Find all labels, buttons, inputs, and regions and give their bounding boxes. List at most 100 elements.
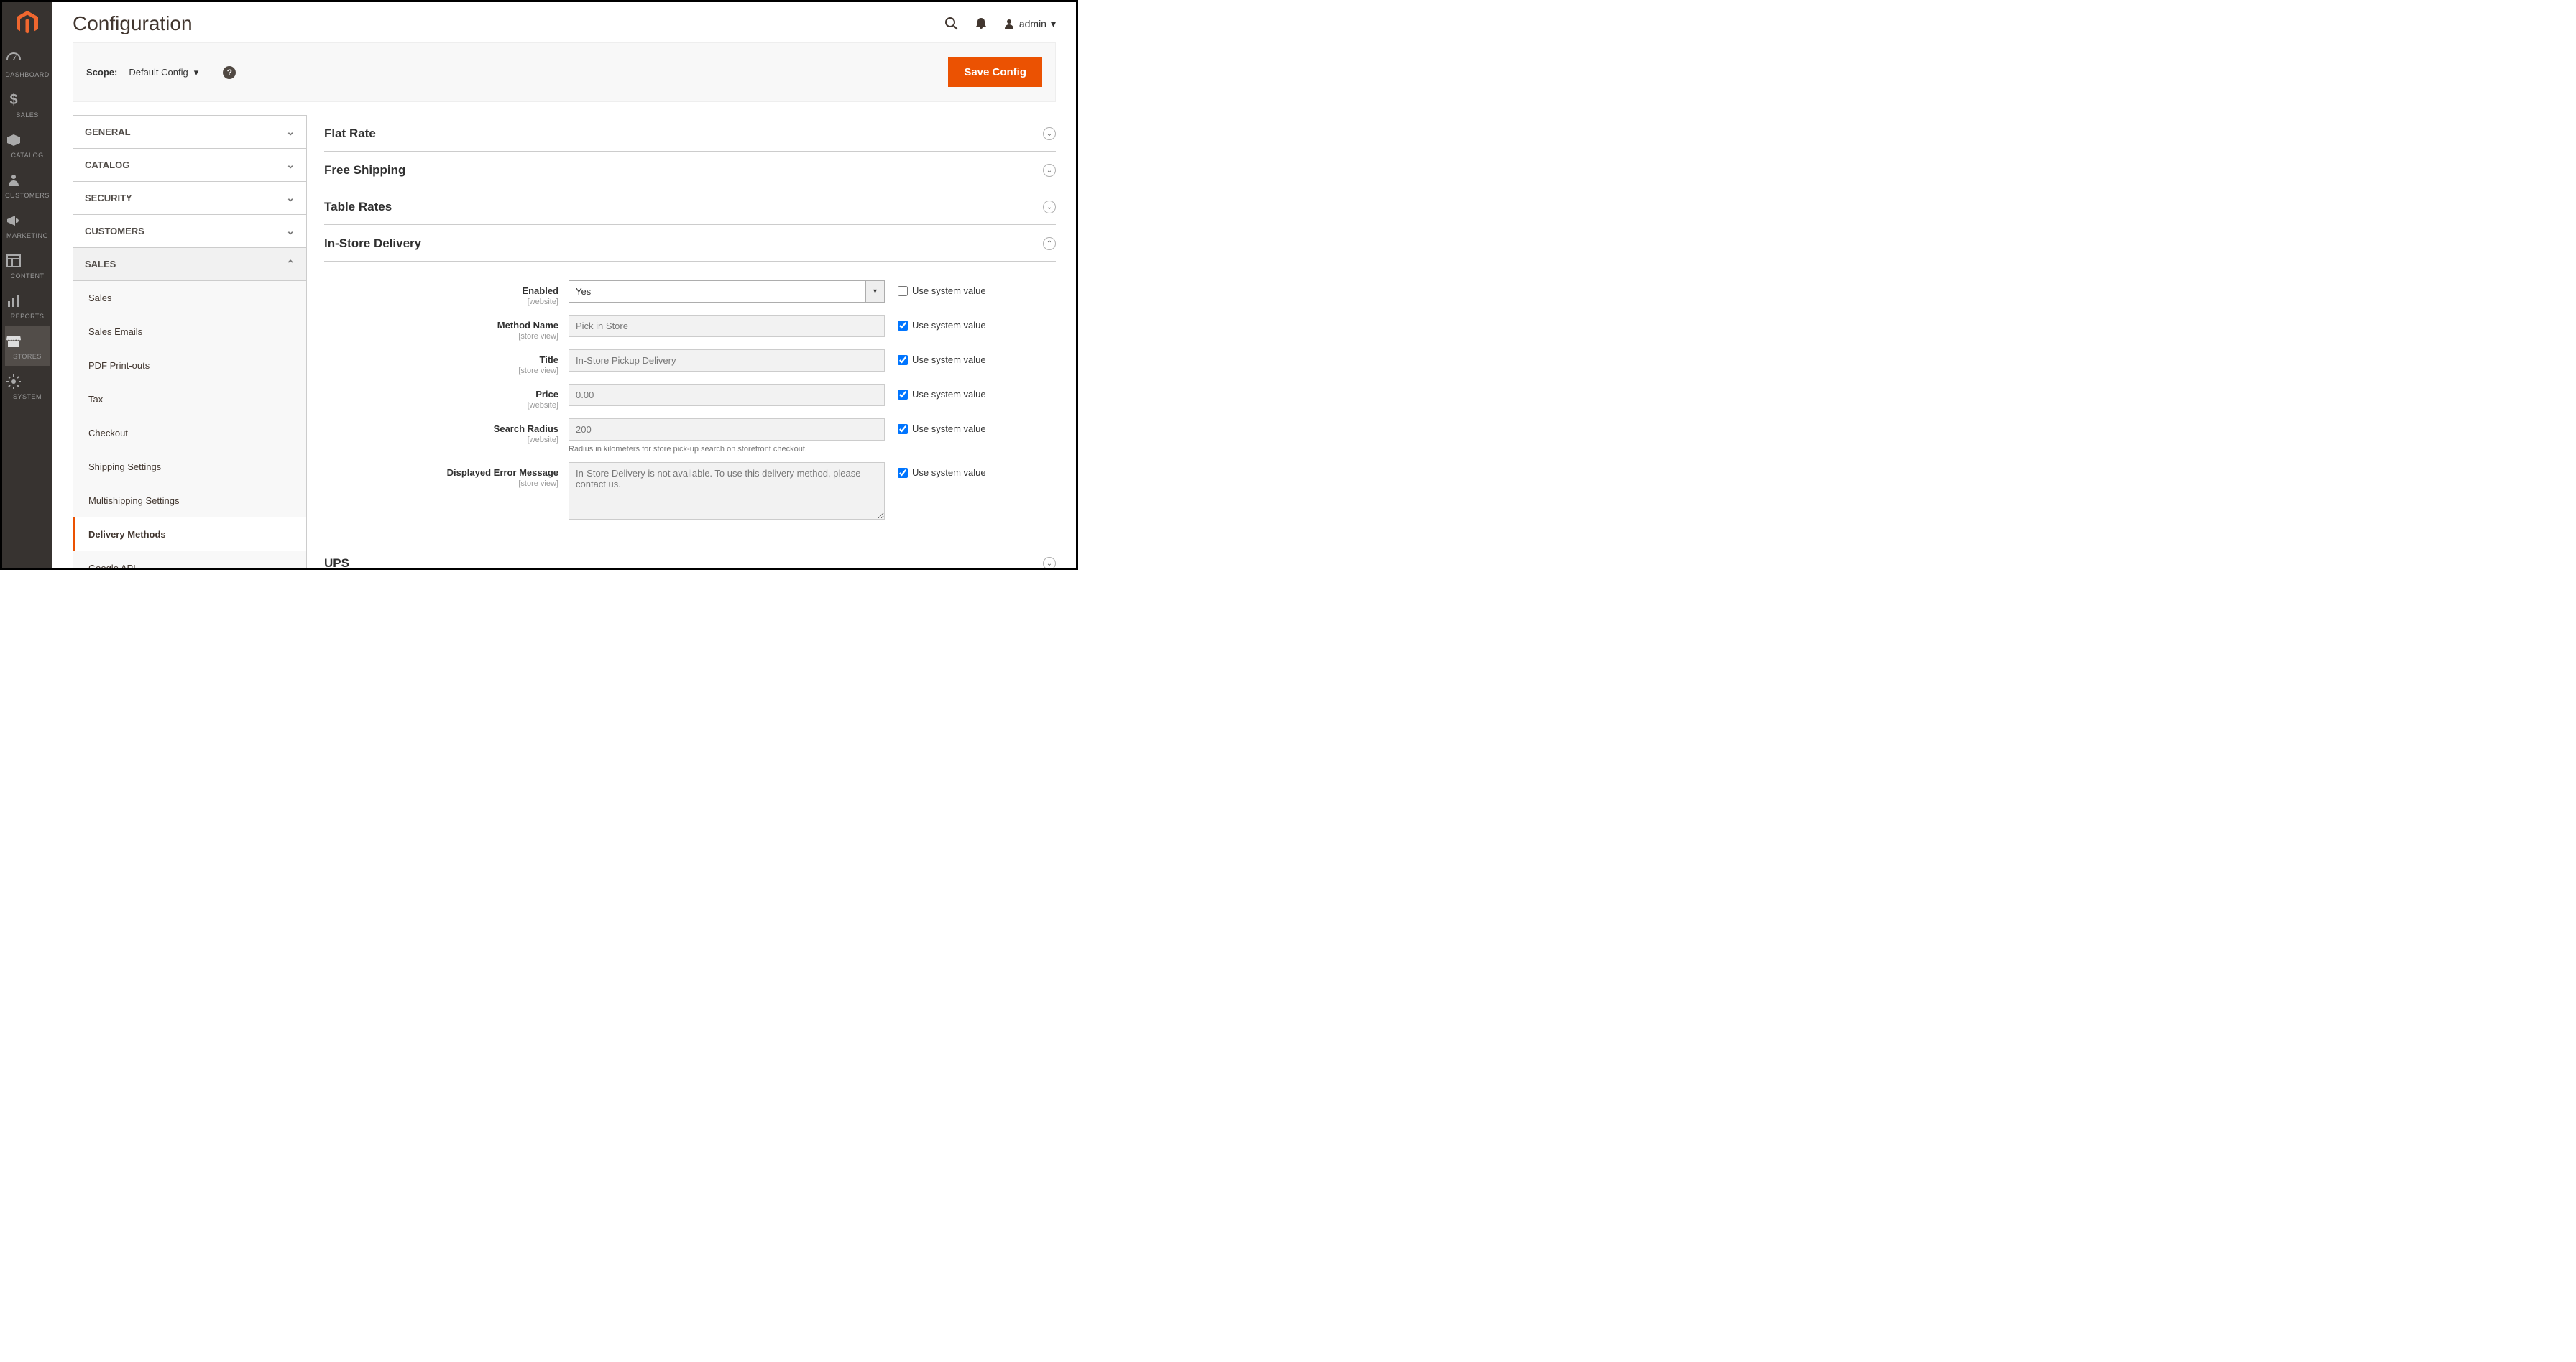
chevron-down-icon: ⌄ bbox=[286, 159, 295, 171]
subitem-multishipping-settings[interactable]: Multishipping Settings bbox=[73, 484, 306, 517]
chevron-down-icon: ⌄ bbox=[1043, 557, 1056, 568]
section-in-store-delivery[interactable]: In-Store Delivery ⌃ bbox=[324, 225, 1056, 262]
title-input[interactable] bbox=[569, 349, 885, 372]
save-config-button[interactable]: Save Config bbox=[948, 57, 1042, 87]
use-system-value-method-name[interactable]: Use system value bbox=[885, 315, 986, 331]
subitem-sales-emails[interactable]: Sales Emails bbox=[73, 315, 306, 349]
search-radius-note: Radius in kilometers for store pick-up s… bbox=[569, 445, 885, 454]
user-icon bbox=[1003, 18, 1015, 29]
scope-selector[interactable]: Default Config ▾ bbox=[129, 67, 198, 78]
scope-label: Scope: bbox=[86, 67, 117, 78]
field-label-title: Title bbox=[540, 354, 559, 365]
error-message-textarea[interactable] bbox=[569, 462, 885, 520]
tab-security[interactable]: SECURITY ⌄ bbox=[73, 182, 306, 215]
chevron-down-icon: ⌄ bbox=[1043, 127, 1056, 140]
section-table-rates[interactable]: Table Rates ⌄ bbox=[324, 188, 1056, 225]
nav-label: SALES bbox=[5, 111, 50, 119]
subitem-google-api[interactable]: Google API bbox=[73, 551, 306, 568]
sales-icon: $ bbox=[5, 91, 50, 109]
customers-icon bbox=[5, 172, 50, 189]
field-scope: [store view] bbox=[324, 367, 558, 375]
svg-text:$: $ bbox=[10, 92, 18, 108]
caret-down-icon: ▾ bbox=[1051, 18, 1056, 30]
subitem-shipping-settings[interactable]: Shipping Settings bbox=[73, 450, 306, 484]
subitem-tax[interactable]: Tax bbox=[73, 382, 306, 416]
dashboard-icon bbox=[5, 51, 50, 68]
section-ups[interactable]: UPS ⌄ bbox=[324, 545, 1056, 568]
tab-label: CUSTOMERS bbox=[85, 226, 144, 236]
use-system-value-error-message[interactable]: Use system value bbox=[885, 462, 986, 478]
tab-label: SECURITY bbox=[85, 193, 132, 203]
enabled-value: Yes bbox=[569, 280, 866, 303]
admin-left-nav: DASHBOARD $ SALES CATALOG CUSTOMERS MARKETING… bbox=[2, 2, 52, 568]
tab-label: GENERAL bbox=[85, 126, 131, 137]
tab-label: SALES bbox=[85, 259, 116, 270]
tab-catalog[interactable]: CATALOG ⌄ bbox=[73, 149, 306, 182]
admin-user-dropdown[interactable]: admin ▾ bbox=[1003, 18, 1056, 30]
search-icon[interactable] bbox=[944, 17, 959, 31]
enabled-select[interactable]: Yes ▾ bbox=[569, 280, 885, 303]
use-system-value-enabled[interactable]: Use system value bbox=[885, 280, 986, 296]
field-label-enabled: Enabled bbox=[522, 285, 558, 296]
system-checkbox[interactable] bbox=[898, 390, 908, 400]
nav-system[interactable]: SYSTEM bbox=[5, 366, 50, 406]
nav-label: REPORTS bbox=[5, 313, 50, 320]
use-system-value-price[interactable]: Use system value bbox=[885, 384, 986, 400]
field-label-error-message: Displayed Error Message bbox=[447, 467, 558, 478]
nav-reports[interactable]: REPORTS bbox=[5, 285, 50, 326]
search-radius-input[interactable] bbox=[569, 418, 885, 441]
field-scope: [website] bbox=[324, 298, 558, 306]
tab-customers[interactable]: CUSTOMERS ⌄ bbox=[73, 215, 306, 248]
section-title: Free Shipping bbox=[324, 163, 405, 178]
subitem-pdf-print-outs[interactable]: PDF Print-outs bbox=[73, 349, 306, 382]
help-icon[interactable]: ? bbox=[223, 66, 236, 79]
nav-catalog[interactable]: CATALOG bbox=[5, 124, 50, 165]
tab-general[interactable]: GENERAL ⌄ bbox=[73, 116, 306, 149]
nav-marketing[interactable]: MARKETING bbox=[5, 205, 50, 245]
nav-label: STORES bbox=[5, 353, 50, 360]
field-label-method-name: Method Name bbox=[497, 320, 558, 331]
subitem-delivery-methods[interactable]: Delivery Methods bbox=[73, 517, 306, 551]
in-store-delivery-fields: Enabled[website] Yes ▾ Use system value … bbox=[324, 262, 1056, 545]
subitem-sales[interactable]: Sales bbox=[73, 281, 306, 315]
config-form-area: Flat Rate ⌄ Free Shipping ⌄ Table Rates … bbox=[324, 115, 1056, 568]
nav-customers[interactable]: CUSTOMERS bbox=[5, 165, 50, 205]
system-checkbox[interactable] bbox=[898, 424, 908, 434]
caret-down-icon: ▾ bbox=[194, 67, 199, 78]
content-icon bbox=[5, 252, 50, 270]
system-checkbox[interactable] bbox=[898, 321, 908, 331]
system-checkbox[interactable] bbox=[898, 355, 908, 365]
section-free-shipping[interactable]: Free Shipping ⌄ bbox=[324, 152, 1056, 188]
chevron-down-icon: ⌄ bbox=[286, 225, 295, 237]
section-flat-rate[interactable]: Flat Rate ⌄ bbox=[324, 115, 1056, 152]
tab-label: CATALOG bbox=[85, 160, 129, 170]
page-title: Configuration bbox=[73, 12, 193, 35]
use-system-value-title[interactable]: Use system value bbox=[885, 349, 986, 365]
notifications-icon[interactable] bbox=[975, 17, 988, 30]
price-input[interactable] bbox=[569, 384, 885, 406]
field-label-price: Price bbox=[535, 389, 558, 400]
chevron-down-icon: ⌄ bbox=[286, 192, 295, 204]
subitem-checkout[interactable]: Checkout bbox=[73, 416, 306, 450]
field-scope: [store view] bbox=[324, 479, 558, 488]
nav-stores[interactable]: STORES bbox=[5, 326, 50, 366]
method-name-input[interactable] bbox=[569, 315, 885, 337]
system-checkbox[interactable] bbox=[898, 286, 908, 296]
nav-dashboard[interactable]: DASHBOARD bbox=[5, 44, 50, 84]
nav-sales[interactable]: $ SALES bbox=[5, 84, 50, 124]
use-system-value-search-radius[interactable]: Use system value bbox=[885, 418, 986, 434]
field-label-search-radius: Search Radius bbox=[494, 423, 558, 434]
tab-sales[interactable]: SALES ⌃ bbox=[73, 248, 306, 281]
section-title: In-Store Delivery bbox=[324, 236, 421, 251]
chevron-up-icon: ⌃ bbox=[1043, 237, 1056, 250]
section-title: UPS bbox=[324, 556, 349, 568]
chevron-up-icon: ⌃ bbox=[286, 258, 295, 270]
chevron-down-icon: ⌄ bbox=[286, 126, 295, 138]
nav-content[interactable]: CONTENT bbox=[5, 245, 50, 285]
nav-label: CONTENT bbox=[5, 272, 50, 280]
nav-label: CUSTOMERS bbox=[5, 192, 50, 199]
caret-down-icon: ▾ bbox=[866, 280, 885, 303]
system-checkbox[interactable] bbox=[898, 468, 908, 478]
system-icon bbox=[5, 373, 50, 390]
chevron-down-icon: ⌄ bbox=[1043, 201, 1056, 213]
